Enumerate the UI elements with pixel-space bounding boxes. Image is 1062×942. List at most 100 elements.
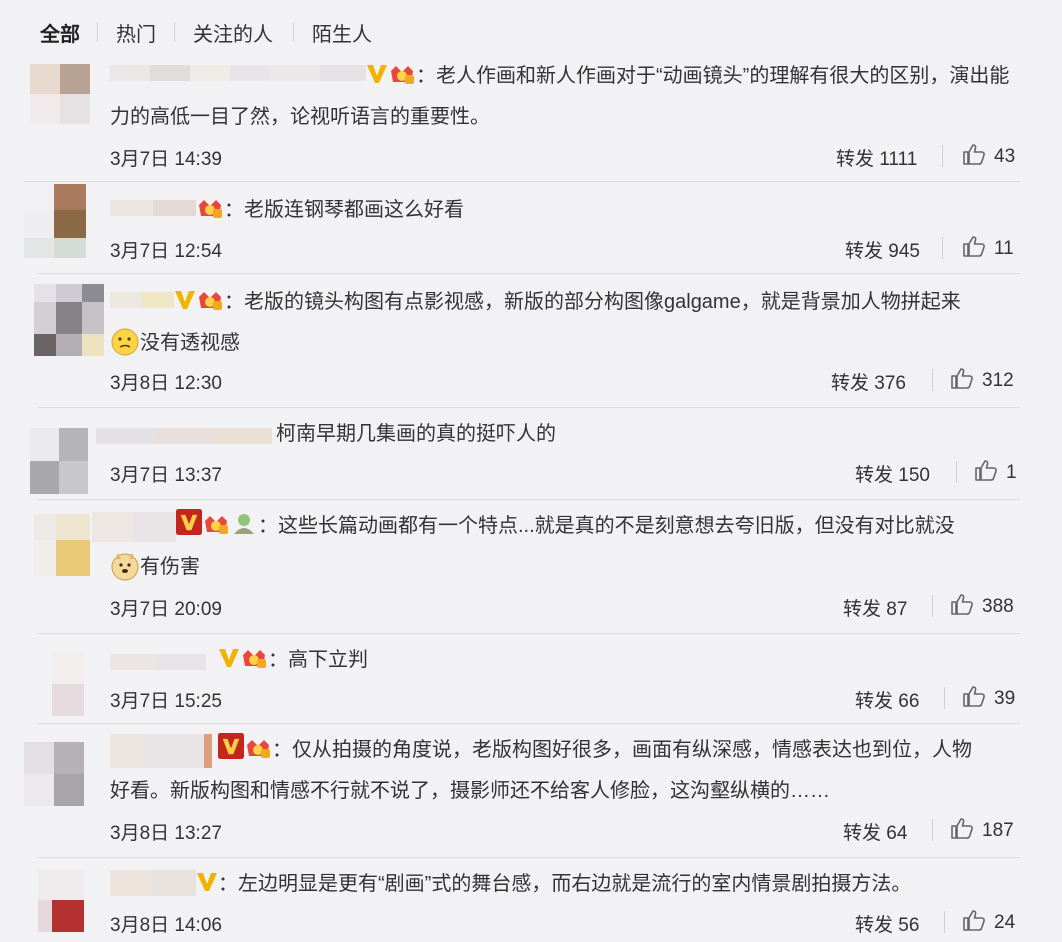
comment-text: ：老版的镜头构图有点影视感，新版的部分构图像galgame，就是背景加人物拼起来… — [110, 282, 1014, 364]
comment-text-body: ：老人作画和新人作画对于“动画镜头”的理解有很大的区别，演出能力的高低一目了然，… — [110, 65, 1010, 128]
comment-date: 3月7日 15:25 — [110, 691, 222, 712]
comment-item: ：仅从拍摄的角度说，老版构图好很多，画面有纵深感，情感表达也到位，人物好看。新版… — [0, 724, 1062, 858]
vip-crown-icon — [391, 66, 414, 84]
comment-date: 3月7日 14:39 — [110, 149, 222, 170]
thumbs-up-icon — [951, 818, 973, 839]
comment-text: ：老人作画和新人作画对于“动画镜头”的理解有很大的区别，演出能力的高低一目了然，… — [110, 56, 1014, 138]
comment-text-body: ：老版的镜头构图有点影视感，新版的部分构图像galgame，就是背景加人物拼起来 — [224, 291, 961, 313]
like-button[interactable]: 39 — [962, 685, 1015, 710]
vip-crown-icon — [243, 650, 266, 668]
like-button[interactable]: 11 — [962, 235, 1014, 260]
thumbs-up-icon — [963, 236, 985, 257]
vip-crown-icon — [199, 200, 222, 218]
tab-hot[interactable]: 热门 — [116, 18, 156, 47]
comment-text: ：高下立判 — [110, 640, 1014, 681]
thumbs-up-icon — [951, 594, 973, 615]
like-count: 39 — [994, 688, 1016, 709]
comment-item: ：老版连钢琴都画这么好看 3月7日 12:54 转发 945 11 — [0, 182, 1062, 276]
comment-text-body: 柯南早期几集画的真的挺吓人的 — [276, 423, 556, 445]
comment-text: ：老版连钢琴都画这么好看 — [110, 190, 1014, 231]
avatar[interactable] — [24, 184, 86, 258]
stat-separator — [956, 461, 957, 483]
vip-crown-icon — [199, 292, 222, 310]
verified-v-icon — [219, 649, 239, 667]
like-button[interactable]: 388 — [950, 593, 1014, 618]
repost-button[interactable]: 转发 945 — [845, 236, 920, 263]
filter-tabs: 全部 热门 关注的人 陌生人 — [0, 0, 1062, 62]
stat-separator — [944, 911, 945, 933]
comment-date: 3月8日 13:27 — [110, 823, 222, 844]
repost-button[interactable]: 转发 150 — [855, 460, 930, 487]
like-button[interactable]: 1 — [974, 459, 1017, 484]
repost-button[interactable]: 转发 56 — [855, 910, 919, 937]
comment-text-body: ：老版连钢琴都画这么好看 — [224, 199, 464, 221]
repost-button[interactable]: 转发 87 — [843, 594, 907, 621]
stat-separator — [942, 145, 943, 167]
verified-v-icon — [175, 291, 195, 309]
like-button[interactable]: 312 — [950, 367, 1014, 392]
comment-text-line2: 有伤害 — [140, 556, 200, 578]
tab-following[interactable]: 关注的人 — [193, 18, 273, 47]
comment-item: 柯南早期几集画的真的挺吓人的 3月7日 13:37 转发 150 1 — [0, 408, 1062, 500]
comment-text-body: ：仅从拍摄的角度说，老版构图好很多，画面有纵深感，情感表达也到位，人物 — [272, 739, 972, 761]
like-count: 11 — [994, 238, 1014, 259]
avatar[interactable] — [30, 64, 90, 124]
avatar[interactable] — [38, 870, 84, 932]
repost-button[interactable]: 转发 64 — [843, 818, 907, 845]
comment-item: ：老人作画和新人作画对于“动画镜头”的理解有很大的区别，演出能力的高低一目了然，… — [0, 62, 1062, 182]
vip-crown-icon — [205, 516, 228, 534]
like-count: 312 — [982, 370, 1014, 391]
comment-date: 3月8日 14:06 — [110, 915, 222, 936]
like-count: 388 — [982, 596, 1014, 617]
comment-text-line2: 没有透视感 — [140, 332, 240, 354]
avatar[interactable] — [30, 428, 88, 494]
thumbs-up-icon — [963, 144, 985, 165]
thumbs-up-icon — [963, 686, 985, 707]
comment-item: ：老版的镜头构图有点影视感，新版的部分构图像galgame，就是背景加人物拼起来… — [0, 274, 1062, 408]
comment-item: ：左边明显是更有“剧画”式的舞台感，而右边就是流行的室内情景剧拍摄方法。 3月8… — [0, 858, 1062, 942]
verified-v-icon — [367, 65, 387, 83]
verified-v-icon — [197, 873, 217, 891]
thumbs-up-icon — [975, 460, 997, 481]
like-button[interactable]: 24 — [962, 909, 1015, 934]
repost-button[interactable]: 转发 376 — [831, 368, 906, 395]
thumbs-up-icon — [963, 910, 985, 931]
avatar[interactable] — [52, 652, 84, 716]
comment-text: ：仅从拍摄的角度说，老版构图好很多，画面有纵深感，情感表达也到位，人物好看。新版… — [110, 730, 1014, 812]
like-count: 24 — [994, 912, 1016, 933]
avatar[interactable] — [34, 284, 104, 356]
thinking-emoji-icon — [111, 328, 139, 356]
thumbs-up-icon — [951, 368, 973, 389]
avatar[interactable] — [34, 514, 90, 576]
comment-date: 3月7日 12:54 — [110, 241, 222, 262]
comment-item: ：这些长篇动画都有一个特点...就是真的不是刻意想去夸旧版，但没有对比就没有伤害… — [0, 500, 1062, 634]
tab-strangers[interactable]: 陌生人 — [312, 18, 372, 47]
repost-button[interactable]: 转发 66 — [855, 686, 919, 713]
repost-button[interactable]: 转发 1111 — [836, 144, 917, 171]
stat-separator — [932, 369, 933, 391]
tab-separator — [293, 22, 294, 42]
comment-text-body: ：高下立判 — [268, 649, 368, 671]
stat-separator — [942, 237, 943, 259]
tab-separator — [174, 22, 175, 42]
comment-text-line2: 好看。新版构图和情感不行就不说了，摄影师还不给客人修脸，这沟壑纵横的…… — [110, 780, 830, 802]
comment-text-body: ：左边明显是更有“剧画”式的舞台感，而右边就是流行的室内情景剧拍摄方法。 — [218, 873, 912, 895]
comment-text: ：左边明显是更有“剧画”式的舞台感，而右边就是流行的室内情景剧拍摄方法。 — [110, 864, 1014, 905]
fan-badge-icon — [234, 514, 254, 534]
tab-separator — [97, 22, 98, 42]
avatar[interactable] — [24, 742, 84, 806]
like-button[interactable]: 187 — [950, 817, 1014, 842]
comment-date: 3月7日 20:09 — [110, 599, 222, 620]
comment-item: ：高下立判 3月7日 15:25 转发 66 39 — [0, 634, 1062, 724]
comment-date: 3月7日 13:37 — [110, 465, 222, 486]
stat-separator — [932, 819, 933, 841]
stat-separator — [932, 595, 933, 617]
doge-emoji-icon — [111, 553, 139, 581]
comment-date: 3月8日 12:30 — [110, 373, 222, 394]
comment-text: 柯南早期几集画的真的挺吓人的 — [110, 414, 1014, 455]
comment-text: ：这些长篇动画都有一个特点...就是真的不是刻意想去夸旧版，但没有对比就没有伤害 — [110, 506, 1014, 588]
like-button[interactable]: 43 — [962, 143, 1015, 168]
vip-crown-icon — [247, 740, 270, 758]
tab-all[interactable]: 全部 — [40, 18, 80, 47]
comment-text-body: ：这些长篇动画都有一个特点...就是真的不是刻意想去夸旧版，但没有对比就没 — [258, 515, 955, 537]
